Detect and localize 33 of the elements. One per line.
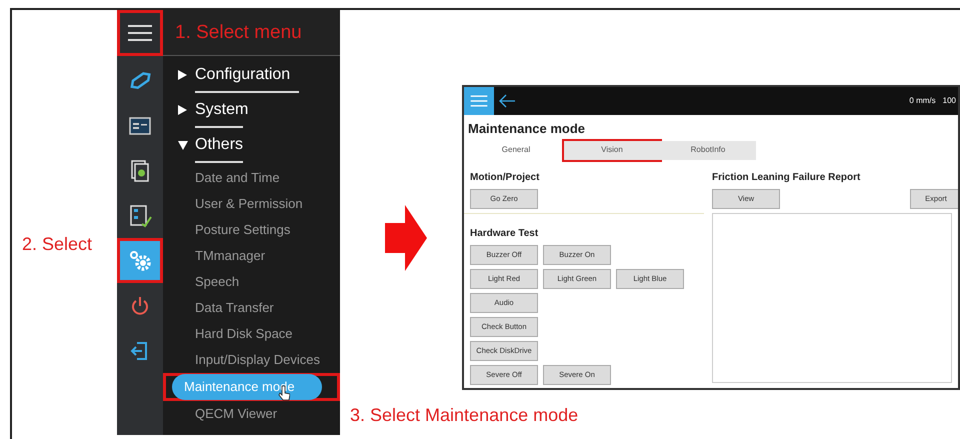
menu-section[interactable]: System <box>175 93 340 126</box>
caret-down-icon <box>177 140 189 150</box>
menu-item[interactable]: Posture Settings <box>175 217 340 243</box>
section-heading: Hardware Test <box>470 226 540 240</box>
speed-percent-text: 100 <box>942 95 956 107</box>
page-title: Maintenance mode <box>467 120 586 138</box>
menu-section[interactable]: Configuration <box>175 58 340 91</box>
caret-right-icon <box>177 104 189 114</box>
annotation-text: 3. Select Maintenance mode <box>350 406 578 424</box>
arrow-icon <box>385 204 427 270</box>
menu-item[interactable]: Date and Time <box>175 165 340 191</box>
menu-item[interactable]: Hard Disk Space <box>175 321 340 347</box>
menu-button[interactable] <box>117 10 163 56</box>
menu-item[interactable]: Data Transfer <box>175 295 340 321</box>
back-arrow-icon <box>498 94 516 108</box>
tab[interactable]: RobotInfo <box>660 140 756 160</box>
sidebar-icon-button[interactable] <box>117 238 163 283</box>
section-heading: Motion/Project <box>470 170 540 184</box>
gear-icon <box>128 248 152 272</box>
menu-item[interactable]: TMmanager <box>175 243 340 269</box>
menu-item[interactable]: Input/Display Devices <box>175 347 340 373</box>
menu-item[interactable]: QECM Viewer <box>175 401 340 427</box>
tab[interactable]: Vision <box>564 140 660 160</box>
menu-item[interactable]: Speech <box>175 269 340 295</box>
menu-item[interactable]: User & Permission <box>175 191 340 217</box>
flowchart-icon <box>128 204 152 228</box>
menu-section[interactable]: Others <box>175 128 340 161</box>
menu-icon <box>127 22 153 42</box>
speed-text: 0 mm/s <box>909 95 936 107</box>
caret-right-icon <box>177 70 189 80</box>
section-heading: Friction Leaning Failure Report <box>712 170 862 184</box>
annotation-text: 2. Select <box>22 235 92 253</box>
annotation-text: 1. Select menu <box>175 23 302 42</box>
